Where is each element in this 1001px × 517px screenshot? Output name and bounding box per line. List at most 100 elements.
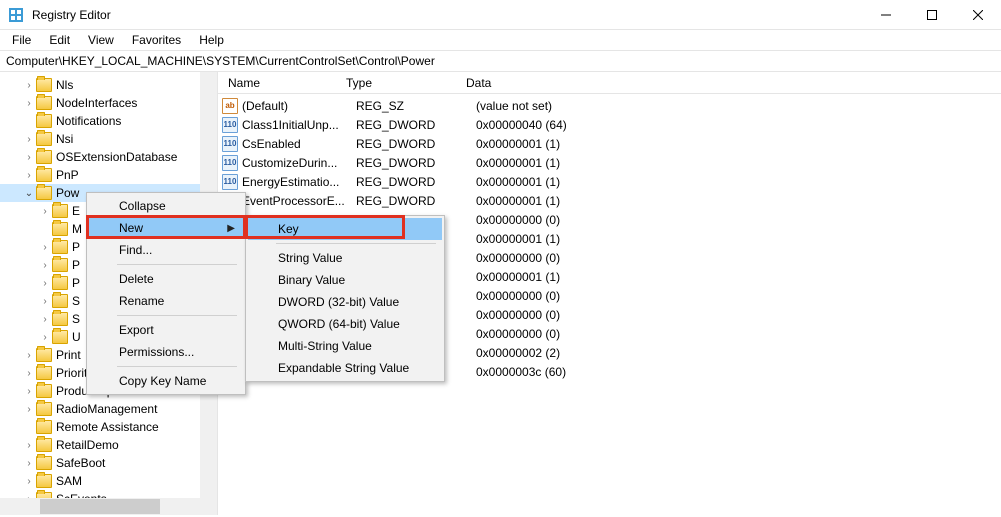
menu-edit[interactable]: Edit xyxy=(41,31,78,49)
chevron-right-icon[interactable]: › xyxy=(22,350,36,361)
list-item[interactable]: 110EventProcessorE...REG_DWORD0x00000001… xyxy=(218,191,1001,210)
ctx-new[interactable]: New▶ xyxy=(89,217,243,239)
ctx-label: Export xyxy=(119,323,154,337)
reg-dword-icon: 110 xyxy=(222,155,238,171)
list-item[interactable]: 110CsEnabledREG_DWORD0x00000001 (1) xyxy=(218,134,1001,153)
chevron-right-icon[interactable]: › xyxy=(38,242,52,253)
tree-row[interactable]: ›Nsi xyxy=(0,130,217,148)
folder-icon xyxy=(36,420,52,434)
chevron-right-icon[interactable]: › xyxy=(38,332,52,343)
menu-file[interactable]: File xyxy=(4,31,39,49)
chevron-right-icon[interactable]: › xyxy=(22,404,36,415)
menu-favorites[interactable]: Favorites xyxy=(124,31,189,49)
chevron-right-icon[interactable]: › xyxy=(22,476,36,487)
tree-label: S xyxy=(72,312,84,326)
ctx-rename[interactable]: Rename xyxy=(89,290,243,312)
reg-sz-icon: ab xyxy=(222,98,238,114)
tree-row[interactable]: Remote Assistance xyxy=(0,418,217,436)
chevron-right-icon[interactable]: › xyxy=(22,170,36,181)
menu-help[interactable]: Help xyxy=(191,31,232,49)
folder-icon xyxy=(36,78,52,92)
tree-row[interactable]: ›PnP xyxy=(0,166,217,184)
chevron-right-icon[interactable]: › xyxy=(22,368,36,379)
tree-row[interactable]: ›NodeInterfaces xyxy=(0,94,217,112)
chevron-right-icon[interactable]: › xyxy=(38,296,52,307)
tree-label: P xyxy=(72,240,84,254)
list-item[interactable]: 110CustomizeDurin...REG_DWORD0x00000001 … xyxy=(218,153,1001,172)
chevron-right-icon[interactable]: › xyxy=(22,98,36,109)
chevron-right-icon[interactable]: › xyxy=(22,458,36,469)
tree-label: P xyxy=(72,276,84,290)
scroll-thumb[interactable] xyxy=(40,499,160,514)
value-type: REG_DWORD xyxy=(356,118,476,132)
tree-row[interactable]: ›Nls xyxy=(0,76,217,94)
folder-icon xyxy=(52,276,68,290)
context-submenu-new[interactable]: Key String Value Binary Value DWORD (32-… xyxy=(245,215,445,382)
chevron-right-icon[interactable]: › xyxy=(38,260,52,271)
value-name: Class1InitialUnp... xyxy=(242,118,356,132)
sub-key[interactable]: Key xyxy=(248,218,442,240)
tree-row[interactable]: ›RadioManagement xyxy=(0,400,217,418)
ctx-collapse[interactable]: Collapse xyxy=(89,195,243,217)
tree-label: U xyxy=(72,330,85,344)
tree-row[interactable]: ›SafeBoot xyxy=(0,454,217,472)
ctx-label: New xyxy=(119,221,143,235)
chevron-right-icon[interactable]: › xyxy=(22,440,36,451)
sub-binary[interactable]: Binary Value xyxy=(248,269,442,291)
reg-dword-icon: 110 xyxy=(222,117,238,133)
ctx-label: DWORD (32-bit) Value xyxy=(278,295,399,309)
value-data: 0x00000001 (1) xyxy=(476,175,1001,189)
folder-icon xyxy=(36,168,52,182)
chevron-right-icon[interactable]: › xyxy=(22,80,36,91)
tree-row[interactable]: › OSExtensionDatabase xyxy=(0,148,217,166)
chevron-right-icon[interactable]: › xyxy=(22,386,36,397)
list-item[interactable]: 110Class1InitialUnp...REG_DWORD0x0000004… xyxy=(218,115,1001,134)
ctx-label: Key xyxy=(278,222,299,236)
chevron-down-icon[interactable]: ⌄ xyxy=(22,188,36,199)
list-item[interactable]: 110EnergyEstimatio...REG_DWORD0x00000001… xyxy=(218,172,1001,191)
folder-icon xyxy=(36,150,52,164)
sub-string[interactable]: String Value xyxy=(248,247,442,269)
ctx-delete[interactable]: Delete xyxy=(89,268,243,290)
tree-row[interactable]: Notifications xyxy=(0,112,217,130)
col-type[interactable]: Type xyxy=(340,76,460,90)
menu-view[interactable]: View xyxy=(80,31,122,49)
ctx-label: Binary Value xyxy=(278,273,345,287)
chevron-right-icon[interactable]: › xyxy=(22,134,36,145)
minimize-button[interactable] xyxy=(863,0,909,29)
folder-icon xyxy=(36,384,52,398)
maximize-button[interactable] xyxy=(909,0,955,29)
tree-label: SAM xyxy=(56,474,86,488)
tree-horizontal-scrollbar[interactable] xyxy=(0,498,200,515)
tree-row[interactable]: ›RetailDemo xyxy=(0,436,217,454)
tree-label: OSExtensionDatabase xyxy=(56,150,181,164)
sub-qword[interactable]: QWORD (64-bit) Value xyxy=(248,313,442,335)
chevron-right-icon[interactable]: › xyxy=(38,278,52,289)
value-data: 0x00000001 (1) xyxy=(476,156,1001,170)
ctx-permissions[interactable]: Permissions... xyxy=(89,341,243,363)
close-button[interactable] xyxy=(955,0,1001,29)
ctx-label: Collapse xyxy=(119,199,166,213)
folder-icon xyxy=(36,474,52,488)
ctx-label: Delete xyxy=(119,272,154,286)
sub-dword[interactable]: DWORD (32-bit) Value xyxy=(248,291,442,313)
list-item[interactable]: ab(Default)REG_SZ(value not set) xyxy=(218,96,1001,115)
chevron-right-icon[interactable]: › xyxy=(38,206,52,217)
chevron-right-icon[interactable]: › xyxy=(38,314,52,325)
tree-row[interactable]: › SAM xyxy=(0,472,217,490)
sub-multi[interactable]: Multi-String Value xyxy=(248,335,442,357)
details-header[interactable]: Name Type Data xyxy=(218,72,1001,94)
value-data: 0x00000000 (0) xyxy=(476,327,1001,341)
sub-expand[interactable]: Expandable String Value xyxy=(248,357,442,379)
address-bar[interactable]: Computer\HKEY_LOCAL_MACHINE\SYSTEM\Curre… xyxy=(0,50,1001,72)
ctx-find[interactable]: Find... xyxy=(89,239,243,261)
value-data: 0x00000002 (2) xyxy=(476,346,1001,360)
folder-icon xyxy=(52,240,68,254)
context-menu[interactable]: Collapse New▶ Find... Delete Rename Expo… xyxy=(86,192,246,395)
chevron-right-icon[interactable]: › xyxy=(22,152,36,163)
ctx-copy-key[interactable]: Copy Key Name xyxy=(89,370,243,392)
col-data[interactable]: Data xyxy=(460,76,1001,90)
folder-icon xyxy=(52,258,68,272)
col-name[interactable]: Name xyxy=(222,76,340,90)
ctx-export[interactable]: Export xyxy=(89,319,243,341)
